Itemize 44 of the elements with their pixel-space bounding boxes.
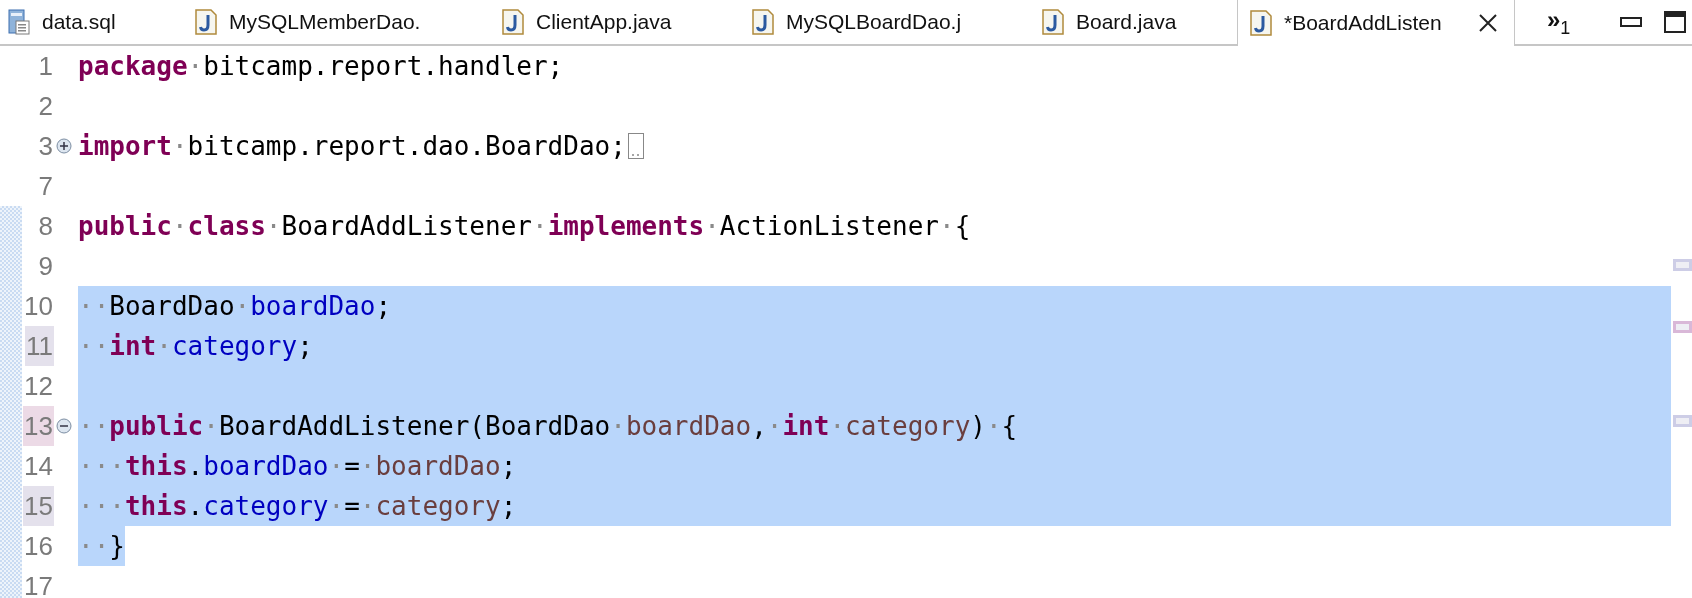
overview-marker[interactable]	[1673, 321, 1692, 333]
document-icon	[502, 9, 524, 35]
line-number: 14	[23, 450, 54, 483]
code-line: ···this.category·=·category;	[78, 490, 517, 523]
minimize-icon[interactable]	[1620, 17, 1643, 27]
editor-tab[interactable]: MySQLBoardDao.j	[744, 0, 1034, 44]
code-line: public·class·BoardAddListener·implements·ActionListener·{	[78, 210, 971, 243]
overview-marker[interactable]	[1673, 415, 1692, 427]
code-line: package·bitcamp.report.handler;	[78, 50, 564, 83]
line-number: 3	[37, 130, 54, 163]
folded-code-icon[interactable]	[627, 133, 644, 159]
database-file-icon	[8, 9, 30, 35]
close-icon[interactable]	[1478, 13, 1498, 33]
line-number: 16	[23, 530, 54, 563]
code-line: ··int·category;	[78, 330, 313, 363]
code-line: import·bitcamp.report.dao.BoardDao;	[78, 130, 626, 163]
document-icon	[752, 9, 774, 35]
collapse-icon[interactable]	[56, 418, 72, 434]
line-number: 13	[23, 406, 54, 446]
document-icon	[1250, 10, 1272, 36]
document-icon	[195, 9, 217, 35]
editor-tab[interactable]: data.sql	[0, 0, 187, 44]
line-number: 11	[25, 326, 54, 366]
line-number: 8	[37, 210, 54, 243]
editor-tab[interactable]: *BoardAddListen	[1237, 0, 1515, 46]
maximize-icon[interactable]	[1664, 11, 1687, 33]
code-line: ··BoardDao·boardDao;	[78, 290, 392, 323]
line-number: 2	[37, 90, 54, 123]
line-number: 10	[23, 290, 54, 323]
editor-tab[interactable]: MySQLMemberDao.	[187, 0, 494, 44]
line-number: 15	[23, 486, 54, 526]
line-number: 9	[37, 250, 54, 283]
more-tabs-button[interactable]: »$_{1}$	[1543, 5, 1575, 39]
editor-tab[interactable]: Board.java	[1034, 0, 1237, 44]
line-number: 12	[23, 370, 54, 403]
line-number: 7	[37, 170, 54, 203]
expand-icon[interactable]	[56, 138, 72, 154]
line-number: 1	[37, 50, 54, 83]
overview-marker[interactable]	[1673, 259, 1692, 271]
document-icon	[1042, 9, 1064, 35]
code-line: ···this.boardDao·=·boardDao;	[78, 450, 517, 483]
line-number: 17	[23, 570, 54, 598]
code-line: ··public·BoardAddListener(BoardDao·boardDao,·int·category)·{	[78, 410, 1018, 443]
editor-tab[interactable]: ClientApp.java	[494, 0, 744, 44]
